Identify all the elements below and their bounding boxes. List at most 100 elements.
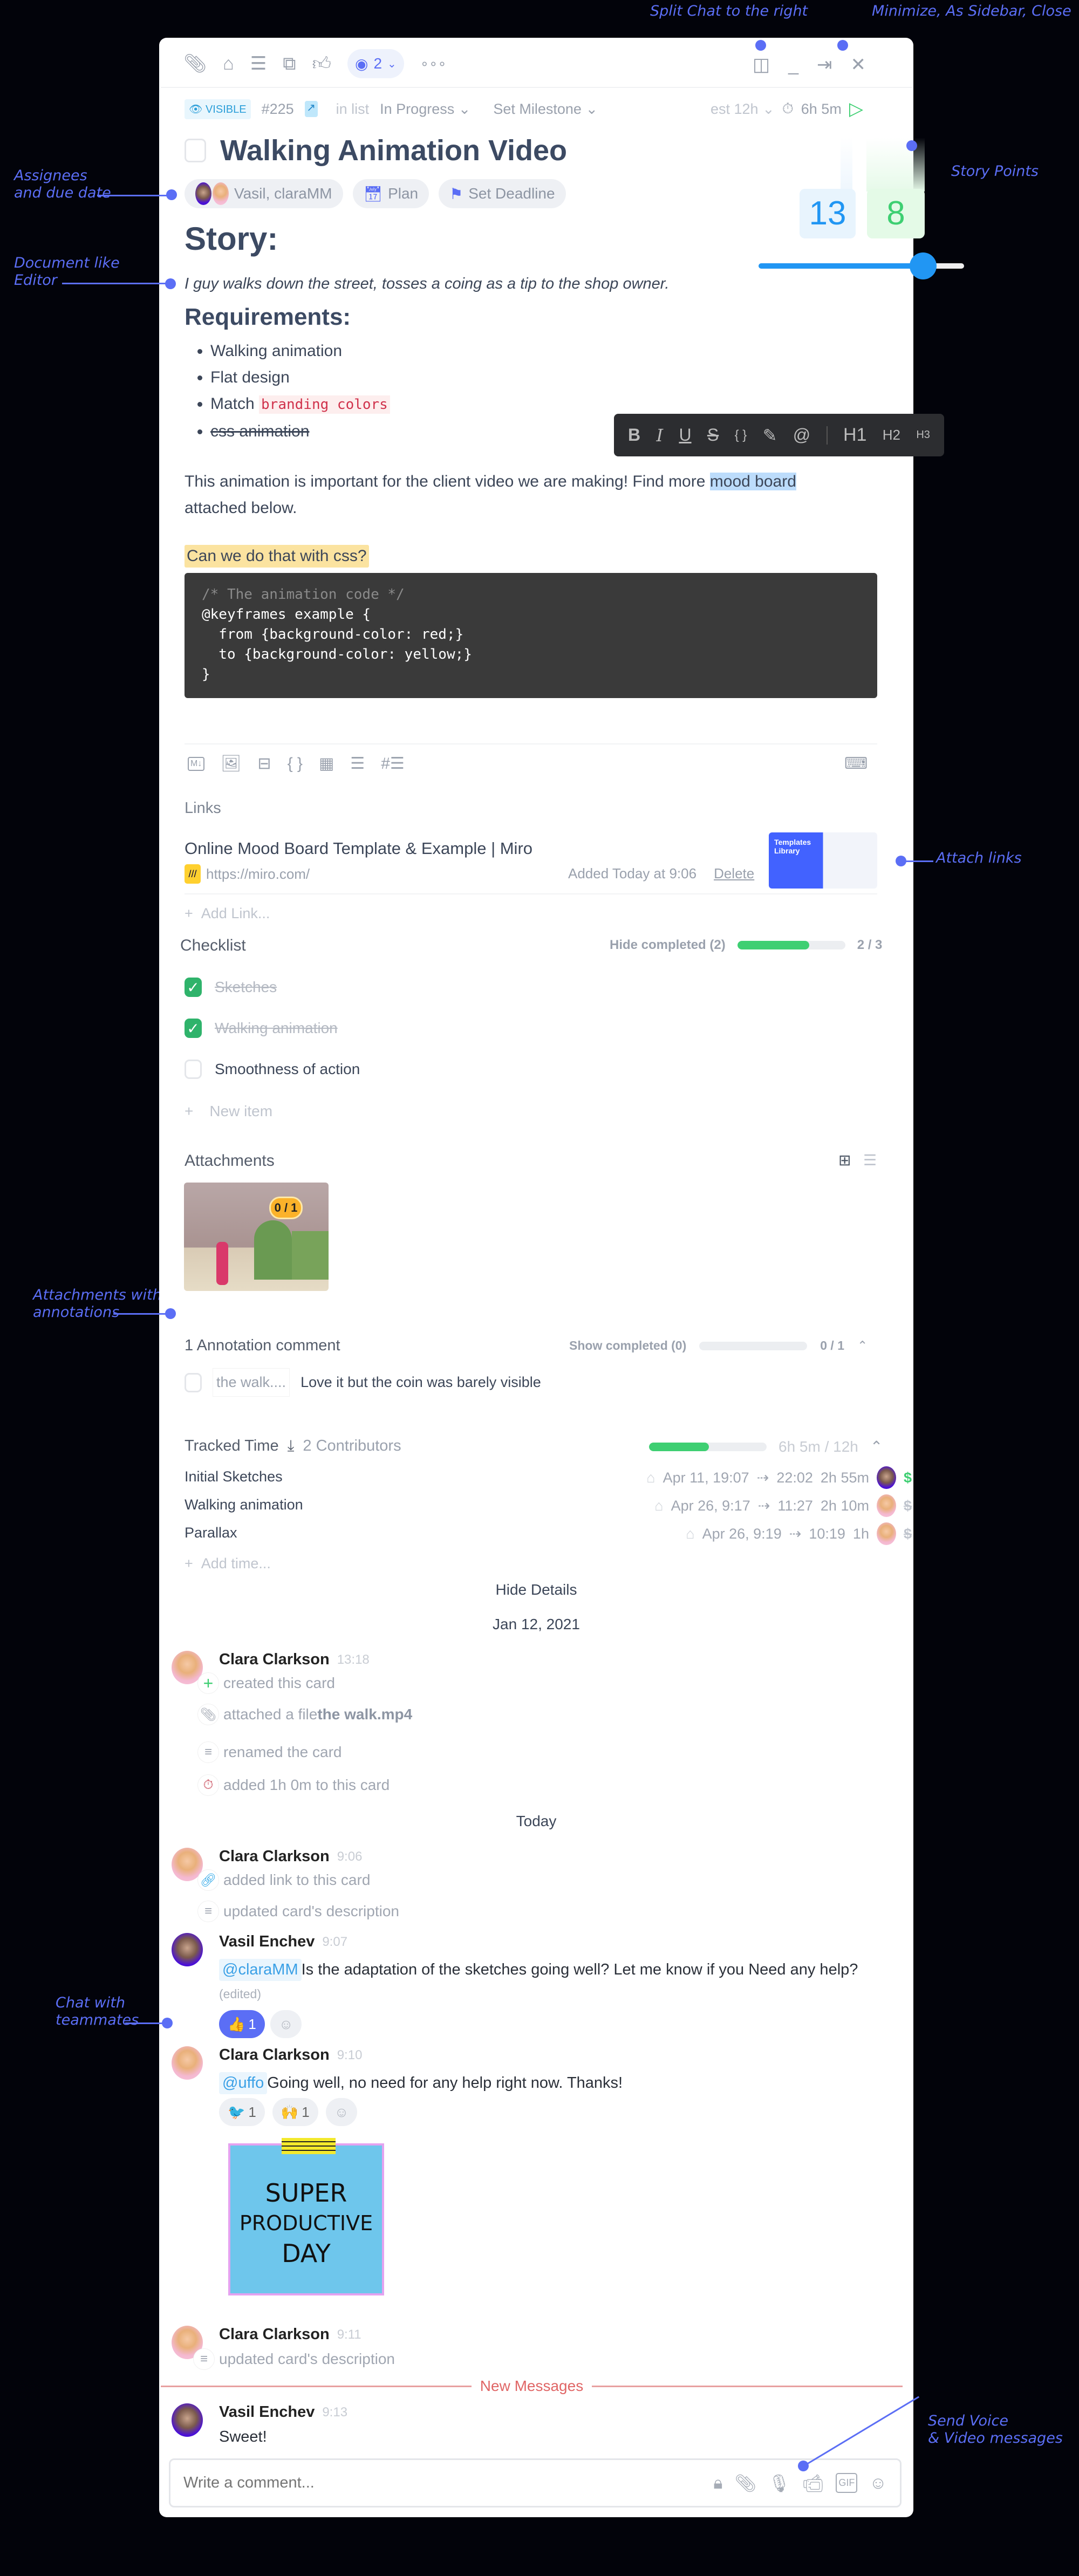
- add-reaction-icon[interactable]: ☺: [270, 2010, 302, 2038]
- time-entry-name[interactable]: Parallax: [185, 1525, 237, 1541]
- checklist-checkbox[interactable]: ✓: [185, 1019, 202, 1038]
- annotation-badge[interactable]: 0 / 1: [269, 1197, 303, 1219]
- checklist-checkbox[interactable]: [185, 1060, 202, 1079]
- checklist-item-text[interactable]: Walking animation: [215, 1020, 338, 1037]
- add-link-button[interactable]: + Add Link...: [185, 905, 270, 922]
- link-button[interactable]: @: [793, 425, 810, 445]
- sticker[interactable]: SUPER PRODUCTIVE DAY: [228, 2138, 384, 2295]
- mention[interactable]: @claraMM: [219, 1959, 302, 1981]
- entry-start[interactable]: Apr 26, 9:19: [702, 1526, 782, 1542]
- emoji-icon[interactable]: ☺: [869, 2473, 887, 2493]
- tag-icon[interactable]: ⌂: [654, 1498, 663, 1514]
- chevron-up-icon[interactable]: ⌃: [857, 1338, 868, 1353]
- grid-view-icon[interactable]: ⊞: [838, 1151, 851, 1169]
- billable-icon[interactable]: $: [904, 1498, 912, 1514]
- underline-button[interactable]: U: [679, 425, 691, 445]
- heading1-button[interactable]: H1: [843, 425, 866, 446]
- more-icon[interactable]: ∘∘∘: [420, 56, 447, 72]
- code-button[interactable]: { }: [735, 428, 747, 443]
- paragraph[interactable]: This animation is important for the clie…: [185, 468, 886, 521]
- minimize-icon[interactable]: _: [788, 54, 798, 76]
- entry-end[interactable]: 10:19: [809, 1526, 845, 1542]
- tag-icon[interactable]: ⌂: [646, 1470, 655, 1486]
- highlighted-text[interactable]: Can we do that with css?: [185, 545, 369, 568]
- watchers-button[interactable]: ◉ 2 ⌄: [347, 49, 404, 78]
- table-icon[interactable]: ▦: [319, 754, 334, 773]
- paperclip-icon[interactable]: 📎︎: [183, 53, 207, 74]
- story-points-estimate[interactable]: 13: [800, 189, 856, 238]
- reaction-button[interactable]: 🙌 1: [272, 2098, 318, 2126]
- story-intro[interactable]: I guy walks down the street, tosses a co…: [185, 275, 669, 293]
- checklist-checkbox[interactable]: ✓: [185, 978, 202, 997]
- file-name[interactable]: the walk.mp4: [317, 1706, 412, 1723]
- complete-checkbox[interactable]: [185, 139, 206, 162]
- strikethrough-button[interactable]: S: [707, 425, 719, 445]
- split-view-icon[interactable]: ◫: [753, 54, 770, 76]
- entry-end[interactable]: 11:27: [777, 1498, 813, 1514]
- show-completed-button[interactable]: Show completed (0): [569, 1338, 686, 1353]
- video-camera-icon[interactable]: 📹︎: [802, 2473, 824, 2493]
- plan-button[interactable]: 📅︎ Plan: [352, 179, 429, 208]
- deadline-button[interactable]: ⚑ Set Deadline: [439, 179, 566, 208]
- thumbs-up-icon[interactable]: 👍︎: [312, 53, 331, 75]
- divider-icon[interactable]: ⊟: [257, 754, 271, 773]
- milestone-select[interactable]: Set Milestone ⌄: [493, 101, 598, 118]
- play-icon[interactable]: ▷: [849, 98, 863, 120]
- italic-button[interactable]: I: [656, 425, 663, 446]
- billable-icon[interactable]: $: [904, 1526, 912, 1542]
- lock-icon[interactable]: 🔒︎: [713, 2473, 722, 2493]
- heading3-button[interactable]: H3: [916, 429, 930, 441]
- download-icon[interactable]: ⤓: [288, 1437, 295, 1455]
- numbered-list-icon[interactable]: #☰: [381, 754, 405, 773]
- close-icon[interactable]: ✕: [851, 54, 866, 76]
- list-select[interactable]: In Progress ⌄: [380, 101, 470, 118]
- checklist-item-text[interactable]: Sketches: [215, 979, 277, 996]
- sidebar-icon[interactable]: ⇥: [817, 54, 832, 76]
- chevron-up-icon[interactable]: ⌃: [870, 1438, 883, 1456]
- heading2-button[interactable]: H2: [883, 427, 900, 443]
- gif-icon[interactable]: GIF: [836, 2473, 858, 2493]
- checklist-item-text[interactable]: Smoothness of action: [215, 1061, 360, 1078]
- link-url[interactable]: https://miro.com/: [206, 866, 310, 883]
- comment-input[interactable]: [183, 2474, 615, 2492]
- attachment-thumbnail[interactable]: 0 / 1: [184, 1183, 329, 1291]
- keyboard-icon[interactable]: ⌨: [844, 754, 868, 773]
- assignees-button[interactable]: Vasil, claraMM: [185, 179, 343, 208]
- estimate-select[interactable]: est 12h ⌄: [711, 101, 775, 118]
- story-points-actual[interactable]: 8: [867, 189, 925, 238]
- time-entry-name[interactable]: Initial Sketches: [185, 1468, 283, 1485]
- dependencies-icon[interactable]: ⧉: [283, 53, 296, 74]
- hide-completed-button[interactable]: Hide completed (2): [610, 938, 726, 953]
- paperclip-icon[interactable]: 📎︎: [734, 2473, 756, 2493]
- microphone-icon[interactable]: 🎙︎: [768, 2473, 790, 2493]
- mention[interactable]: @uffo: [219, 2072, 268, 2094]
- highlight-button[interactable]: ✎: [763, 425, 777, 446]
- list-view-icon[interactable]: ☰: [863, 1151, 877, 1169]
- link-title[interactable]: Online Mood Board Template & Example | M…: [185, 839, 532, 858]
- checklist-icon[interactable]: ☰: [250, 53, 267, 74]
- add-reaction-icon[interactable]: ☺: [325, 2098, 358, 2126]
- tag-icon[interactable]: ⌂: [686, 1526, 694, 1542]
- code-block[interactable]: /* The animation code */ @keyframes examp…: [185, 573, 877, 698]
- open-link-icon[interactable]: ↗: [304, 101, 318, 117]
- time-entry-name[interactable]: Walking animation: [185, 1497, 303, 1513]
- contributors-count[interactable]: 2 Contributors: [303, 1437, 401, 1455]
- entry-start[interactable]: Apr 11, 19:07: [663, 1470, 749, 1486]
- entry-start[interactable]: Apr 26, 9:17: [671, 1498, 750, 1514]
- markdown-icon[interactable]: M↓: [188, 756, 205, 771]
- delete-link-button[interactable]: Delete: [714, 865, 754, 882]
- add-time-button[interactable]: + Add time...: [185, 1555, 271, 1572]
- link-thumbnail[interactable]: Templates Library: [769, 832, 877, 889]
- bold-button[interactable]: B: [628, 425, 640, 445]
- new-checklist-item[interactable]: + New item: [185, 1103, 272, 1120]
- tag-icon[interactable]: ⌂: [223, 53, 234, 74]
- billable-icon[interactable]: $: [904, 1470, 912, 1486]
- reaction-button[interactable]: 👍 1: [219, 2010, 265, 2038]
- card-title[interactable]: Walking Animation Video: [220, 134, 567, 167]
- reaction-button[interactable]: 🐦 1: [219, 2098, 265, 2126]
- slider-handle[interactable]: [909, 252, 937, 279]
- annotation-checkbox[interactable]: [185, 1372, 202, 1392]
- annotation-snippet[interactable]: the walk....: [213, 1368, 290, 1397]
- hide-details-button[interactable]: Hide Details: [159, 1581, 913, 1598]
- entry-end[interactable]: 22:02: [776, 1470, 813, 1486]
